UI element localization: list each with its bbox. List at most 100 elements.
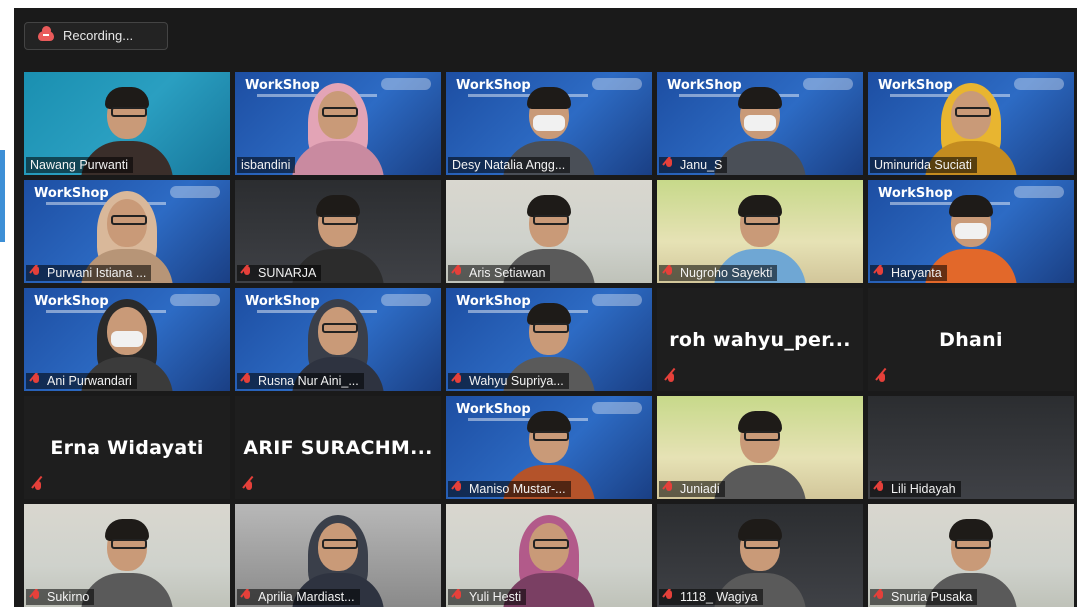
participant-tile[interactable]: WorkShop Desy Natalia Angg... [446,72,652,175]
meeting-window: Recording... Nawang Purwanti WorkShop isba… [14,8,1077,607]
participant-tile[interactable]: Nawang Purwanti [24,72,230,175]
mic-muted-icon [663,266,675,280]
mic-muted-icon [874,590,886,604]
mic-muted-icon [663,158,675,172]
participant-name: isbandini [241,158,291,172]
participant-tile[interactable]: Yuli Hesti [446,504,652,607]
participant-tile[interactable]: Erna Widayati [24,396,230,499]
participant-name-label: Lili Hidayah [870,481,961,497]
recording-indicator[interactable]: Recording... [24,22,168,50]
glasses-shape [111,539,147,549]
participant-tile[interactable]: WorkShop Uminurida Suciati [868,72,1074,175]
hair-shape [105,87,149,109]
participant-name-label: Haryanta [870,265,947,281]
background-app-edge [0,0,14,607]
gallery-grid: Nawang Purwanti WorkShop isbandini WorkShop… [24,72,1074,607]
participant-tile[interactable]: Sukirno [24,504,230,607]
participant-tile[interactable]: WorkShop Ani Purwandari [24,288,230,391]
participant-name: Aprilia Mardiast... [258,590,355,604]
participant-figure [286,83,390,175]
hair-shape [949,519,993,541]
mic-muted-icon [30,590,42,604]
glasses-shape [111,107,147,117]
mic-muted-icon [30,374,42,388]
hair-shape [738,195,782,217]
participant-name: Nawang Purwanti [30,158,128,172]
face-mask-shape [744,115,776,131]
recording-label: Recording... [63,28,134,43]
participant-name: Nugroho Sayekti [680,266,773,280]
mic-muted-icon [663,590,675,604]
glasses-shape [322,539,358,549]
participant-name-label: Aprilia Mardiast... [237,589,360,605]
hair-shape [527,411,571,433]
participant-name: Rusna Nur Aini_... [258,374,359,388]
participant-tile[interactable]: Aris Setiawan [446,180,652,283]
glasses-shape [533,539,569,549]
participant-tile[interactable]: Snuria Pusaka [868,504,1074,607]
participant-name: Yuli Hesti [469,590,522,604]
glasses-shape [111,215,147,225]
participant-tile[interactable]: Dhani [868,288,1074,391]
glasses-shape [955,107,991,117]
participant-tile[interactable]: WorkShop isbandini [235,72,441,175]
mic-muted-icon [452,374,464,388]
participant-tile[interactable]: 1118_ Wagiya [657,504,863,607]
participant-tile[interactable]: roh wahyu_per... [657,288,863,391]
participant-name: Purwani Istiana ... [47,266,147,280]
participant-name: Lili Hidayah [891,482,956,496]
participant-name-label: Desy Natalia Angg... [448,157,571,173]
participant-name-label: Yuli Hesti [448,589,527,605]
body-shape [714,141,806,175]
glasses-shape [955,539,991,549]
participant-tile[interactable]: WorkShop Rusna Nur Aini_... [235,288,441,391]
participant-tile[interactable]: WorkShop Purwani Istiana ... [24,180,230,283]
hair-shape [527,195,571,217]
glasses-shape [322,107,358,117]
participant-tile[interactable]: WorkShop Janu_S [657,72,863,175]
participant-name-label: Sukirno [26,589,95,605]
body-shape [81,573,173,607]
cloud-recording-icon [38,26,54,41]
participant-tile[interactable]: ARIF SURACHM... [235,396,441,499]
participant-name-label: SUNARJA [237,265,322,281]
participant-name: 1118_ Wagiya [680,590,758,604]
glasses-shape [533,431,569,441]
mic-muted-icon [32,481,44,495]
participant-name-label: Aris Setiawan [448,265,551,281]
participant-name: Wahyu Supriya... [469,374,564,388]
participant-name: Haryanta [891,266,942,280]
participant-tile[interactable]: Lili Hidayah [868,396,1074,499]
mic-muted-icon [876,373,888,387]
mic-muted-icon [874,482,886,496]
participant-name: Ani Purwandari [47,374,132,388]
face-mask-shape [533,115,565,131]
participant-name-label: Ani Purwandari [26,373,137,389]
hair-shape [105,519,149,541]
body-shape [714,465,806,499]
hair-shape [527,303,571,325]
hair-shape [949,195,993,217]
participant-name: Juniadi [680,482,720,496]
participant-tile[interactable]: WorkShop Maniso Mustar-... [446,396,652,499]
participant-tile[interactable]: WorkShop Haryanta [868,180,1074,283]
glasses-shape [533,215,569,225]
participant-name-label: Nugroho Sayekti [659,265,778,281]
participant-tile[interactable]: WorkShop Wahyu Supriya... [446,288,652,391]
glasses-shape [322,215,358,225]
participant-name: Uminurida Suciati [874,158,972,172]
participant-name-label: Maniso Mustar-... [448,481,571,497]
mic-muted-icon [452,482,464,496]
participant-tile[interactable]: Nugroho Sayekti [657,180,863,283]
participant-name: Janu_S [680,158,723,172]
participant-name: roh wahyu_per... [669,328,851,351]
mic-muted-icon [241,374,253,388]
participant-name: Erna Widayati [50,436,204,459]
participant-tile[interactable]: Juniadi [657,396,863,499]
hair-shape [527,87,571,109]
participant-name-label: Rusna Nur Aini_... [237,373,364,389]
participant-tile[interactable]: Aprilia Mardiast... [235,504,441,607]
hair-shape [738,519,782,541]
participant-name-label: Snuria Pusaka [870,589,978,605]
participant-tile[interactable]: SUNARJA [235,180,441,283]
